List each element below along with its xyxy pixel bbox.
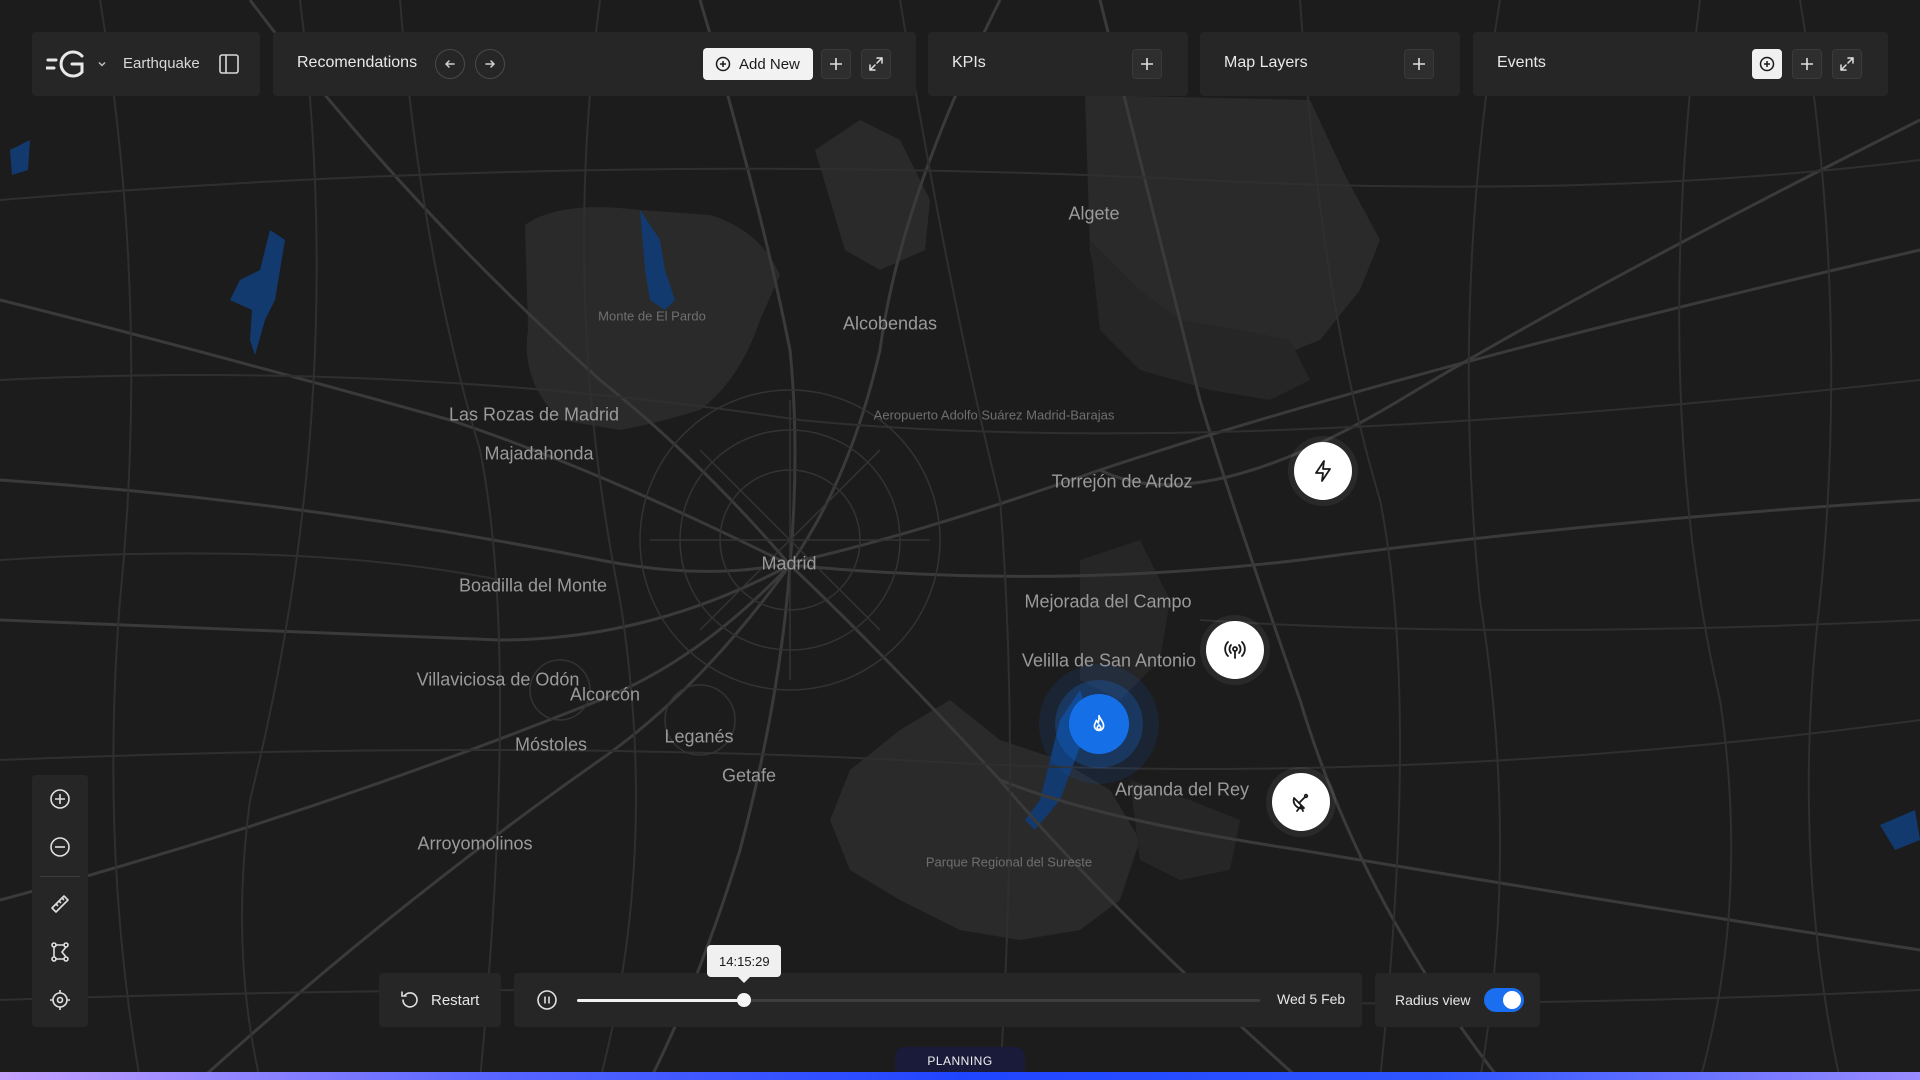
lightning-icon — [1315, 460, 1331, 482]
measure-button[interactable] — [48, 892, 72, 916]
map-label-velilla: Velilla de San Antonio — [1021, 650, 1197, 671]
radius-view-toggle[interactable] — [1484, 988, 1525, 1012]
expand-icon — [869, 57, 883, 71]
events-add-circle-button[interactable] — [1752, 49, 1782, 79]
plus-circle-icon — [715, 56, 731, 72]
recommendations-expand-button[interactable] — [861, 49, 891, 79]
timeline-progress — [577, 999, 745, 1002]
map-label-madrid: Madrid — [761, 553, 817, 574]
map-label-arroyomolinos: Arroyomolinos — [417, 833, 533, 854]
restart-label: Restart — [431, 991, 480, 1009]
map-label-mostoles: Móstoles — [514, 734, 588, 755]
map-label-torrejon: Torrejón de Ardoz — [1051, 471, 1193, 492]
restart-icon — [401, 991, 418, 1008]
map-label-mejorada: Mejorada del Campo — [1024, 591, 1192, 612]
timeline-time-tooltip: 14:15:29 — [707, 945, 782, 983]
timeline-track[interactable] — [577, 993, 1260, 1007]
timeline-panel: Wed 5 Feb — [514, 973, 1362, 1027]
map-label-majadahonda: Majadahonda — [484, 443, 594, 464]
map-label-algete: Algete — [1068, 203, 1120, 224]
scenario-label[interactable]: Earthquake — [123, 55, 200, 72]
map-label-alcorcon: Alcorcón — [569, 684, 641, 705]
next-recommendation-button[interactable] — [475, 49, 505, 79]
polygon-icon — [51, 942, 69, 962]
mode-tab[interactable]: PLANNING — [895, 1047, 1025, 1074]
events-title: Events — [1497, 54, 1546, 71]
expand-icon — [1840, 57, 1854, 71]
plus-icon — [1413, 58, 1425, 70]
restart-button[interactable]: Restart — [379, 973, 501, 1027]
plus-circle-icon — [1759, 56, 1775, 72]
map-layers-add-button[interactable] — [1404, 49, 1434, 79]
kpis-panel: KPIs — [928, 32, 1188, 96]
recommendations-title: Recomendations — [297, 54, 418, 71]
flame-icon — [1093, 714, 1105, 732]
timeline-thumb[interactable] — [737, 993, 752, 1007]
timeline-date: Wed 5 Feb — [1277, 991, 1346, 1007]
crosshair-icon — [50, 990, 70, 1010]
marker-fire[interactable] — [1069, 694, 1129, 754]
map-label-leganes: Leganés — [664, 726, 734, 747]
mode-gradient-bar — [0, 1072, 1920, 1080]
zoom-in-icon — [50, 789, 70, 809]
map-label-aeropuerto: Aeropuerto Adolfo Suárez Madrid-Barajas — [873, 407, 1115, 423]
map-label-arganda: Arganda del Rey — [1114, 779, 1250, 800]
map-label-getafe: Getafe — [721, 765, 777, 786]
map-canvas[interactable] — [0, 0, 1920, 1080]
app-logo-icon[interactable] — [46, 48, 90, 80]
add-new-label: Add New — [739, 55, 800, 73]
map-label-boadilla: Boadilla del Monte — [458, 575, 608, 596]
recommendations-panel: Recomendations Add New — [273, 32, 916, 96]
sidebar-toggle-icon[interactable] — [218, 53, 240, 75]
arrow-right-icon — [485, 60, 496, 68]
map-label-parque-sureste: Parque Regional del Sureste — [925, 854, 1093, 870]
events-expand-button[interactable] — [1832, 49, 1862, 79]
map-label-las-rozas: Las Rozas de Madrid — [448, 404, 620, 425]
scenario-panel: Earthquake — [32, 32, 260, 96]
satellite-dish-icon — [1292, 793, 1309, 812]
radius-view-toggle-knob — [1503, 991, 1522, 1009]
radius-view-panel: Radius view — [1375, 973, 1540, 1027]
zoom-out-button[interactable] — [48, 835, 72, 859]
map-layers-title: Map Layers — [1224, 54, 1308, 71]
marker-antenna[interactable] — [1206, 621, 1264, 679]
map-layers-panel: Map Layers — [1200, 32, 1460, 96]
ruler-icon — [51, 895, 69, 913]
kpis-add-button[interactable] — [1132, 49, 1162, 79]
map-label-villaviciosa: Villaviciosa de Odón — [416, 669, 580, 690]
plus-icon — [830, 58, 842, 70]
pause-icon[interactable] — [536, 989, 558, 1011]
marker-power[interactable] — [1294, 442, 1352, 500]
tools-divider — [40, 876, 80, 877]
zoom-in-button[interactable] — [48, 787, 72, 811]
map-label-monte-de-el-pardo: Monte de El Pardo — [598, 308, 706, 324]
broadcast-icon — [1224, 641, 1246, 659]
events-panel: Events — [1473, 32, 1888, 96]
recommendations-add-button[interactable] — [821, 49, 851, 79]
plus-icon — [1141, 58, 1153, 70]
locate-button[interactable] — [48, 988, 72, 1012]
marker-dish[interactable] — [1272, 773, 1330, 831]
kpis-title: KPIs — [952, 54, 986, 71]
zoom-out-icon — [50, 837, 70, 857]
map-label-alcobendas: Alcobendas — [842, 313, 938, 334]
add-new-button[interactable]: Add New — [703, 48, 813, 80]
previous-recommendation-button[interactable] — [435, 49, 465, 79]
arrow-left-icon — [444, 60, 455, 68]
radius-view-label: Radius view — [1395, 992, 1471, 1008]
events-add-button[interactable] — [1792, 49, 1822, 79]
chevron-down-icon[interactable] — [96, 58, 108, 70]
plus-icon — [1801, 58, 1813, 70]
draw-polygon-button[interactable] — [48, 940, 72, 964]
map-tools — [32, 775, 88, 1027]
